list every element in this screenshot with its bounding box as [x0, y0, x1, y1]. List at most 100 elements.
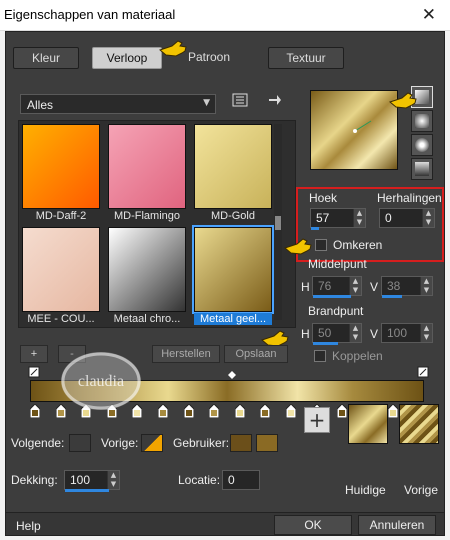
rectangular-icon: [415, 114, 429, 128]
prev-color-swatch[interactable]: [141, 434, 163, 452]
spinner-arrows-icon[interactable]: ▲ ▼: [107, 471, 119, 489]
center-v-label: V: [370, 280, 379, 294]
swatch-preview: [22, 124, 100, 209]
rectangular-gradient-button[interactable]: [411, 110, 433, 132]
user-color-swatch[interactable]: [256, 434, 278, 452]
opacity-value: 100: [70, 473, 91, 487]
footer-bar: Help OK Annuleren: [6, 512, 444, 535]
color-stop-marker[interactable]: [30, 404, 40, 418]
color-stop-marker[interactable]: [235, 404, 245, 418]
color-stop-marker[interactable]: [209, 404, 219, 418]
opacity-input[interactable]: 100 ▲ ▼: [64, 470, 120, 492]
list-view-icon[interactable]: [232, 92, 248, 111]
repeats-label: Herhalingen: [377, 191, 442, 205]
current-preview[interactable]: [348, 404, 388, 444]
spinner-arrows-icon[interactable]: ▲ ▼: [353, 209, 365, 227]
gradient-swatch[interactable]: MEE - COU...: [22, 227, 100, 328]
watermark-text: claudia: [78, 373, 124, 390]
user-color-swatch[interactable]: [230, 434, 252, 452]
link-label: Koppelen: [332, 349, 383, 363]
gradient-swatch[interactable]: MD-Gold: [194, 124, 272, 225]
center-h-slider[interactable]: [313, 295, 351, 298]
center-v-value: 38: [387, 279, 401, 293]
dialog-body: Kleur Verloop Patroon Textuur Alles ▼ MD…: [5, 31, 445, 536]
title-bar: Eigenschappen van materiaal ✕: [0, 0, 450, 31]
close-icon[interactable]: ✕: [422, 5, 436, 25]
color-stop-marker[interactable]: [337, 404, 347, 418]
category-value: Alles: [27, 98, 54, 112]
center-v-slider[interactable]: [382, 295, 402, 298]
center-h-value: 76: [318, 279, 332, 293]
swatch-label: MD-Daff-2: [35, 210, 87, 222]
color-stop-marker[interactable]: [158, 404, 168, 418]
scrollbar-thumb[interactable]: [275, 216, 281, 230]
gradient-swatch[interactable]: MD-Daff-2: [22, 124, 100, 225]
add-gradient-button[interactable]: +: [20, 345, 48, 363]
ok-button[interactable]: OK: [274, 515, 352, 535]
swatch-scrollbar[interactable]: [274, 124, 282, 320]
tab-patroon[interactable]: Patroon: [176, 47, 242, 69]
swatch-preview: [194, 124, 272, 209]
location-label: Locatie:: [178, 473, 221, 487]
angle-slider[interactable]: [311, 227, 319, 230]
radial-gradient-button[interactable]: [411, 158, 433, 180]
location-value: 0: [228, 473, 235, 487]
focal-h-label: H: [301, 327, 310, 341]
gradient-swatch-selected[interactable]: Metaal geel...: [192, 225, 274, 328]
color-stop-marker[interactable]: [260, 404, 270, 418]
save-button[interactable]: Opslaan: [224, 345, 288, 363]
focal-h-value: 50: [318, 326, 332, 340]
previous-preview[interactable]: [399, 404, 439, 444]
add-to-swatches-button[interactable]: +: [304, 407, 330, 433]
gradient-swatch-list: MD-Daff-2 MD-Flamingo MD-Gold MEE - COU.…: [18, 120, 296, 328]
arrow-right-icon[interactable]: [268, 93, 282, 110]
center-label: Middelpunt: [308, 257, 367, 271]
color-stop-marker[interactable]: [184, 404, 194, 418]
tab-textuur[interactable]: Textuur: [268, 47, 344, 69]
user-label: Gebruiker:: [173, 436, 230, 450]
spinner-arrows-icon[interactable]: ▲ ▼: [420, 277, 432, 295]
center-v-input[interactable]: 38 ▲ ▼: [381, 276, 433, 298]
tab-kleur[interactable]: Kleur: [13, 47, 79, 69]
opacity-stop-icon[interactable]: [28, 366, 40, 381]
color-stop-marker[interactable]: [388, 404, 398, 418]
sunburst-gradient-button[interactable]: [411, 134, 433, 156]
angle-label: Hoek: [309, 191, 338, 205]
location-input[interactable]: 0: [222, 470, 260, 490]
category-dropdown[interactable]: Alles ▼: [20, 94, 216, 114]
swatch-label: Metaal geel...: [194, 313, 272, 325]
center-h-input[interactable]: 76 ▲ ▼: [312, 276, 362, 298]
focal-h-slider[interactable]: [313, 342, 338, 345]
swatch-label: MEE - COU...: [27, 313, 95, 325]
opacity-stop-icon[interactable]: [417, 366, 429, 381]
pointer-hand-icon: [388, 90, 418, 112]
cancel-button[interactable]: Annuleren: [358, 515, 436, 535]
spinner-arrows-icon[interactable]: ▲ ▼: [349, 324, 361, 342]
restore-button[interactable]: Herstellen: [152, 345, 220, 363]
spinner-arrows-icon[interactable]: ▲ ▼: [349, 277, 361, 295]
gradient-preview[interactable]: [310, 90, 398, 170]
spinner-arrows-icon[interactable]: ▲ ▼: [422, 209, 434, 227]
help-link[interactable]: Help: [16, 519, 41, 533]
invert-label: Omkeren: [333, 238, 383, 252]
focal-label: Brandpunt: [308, 304, 364, 318]
spinner-arrows-icon[interactable]: ▲ ▼: [420, 324, 432, 342]
gradient-swatch[interactable]: Metaal chro...: [108, 227, 186, 328]
repeats-input[interactable]: 0 ▲ ▼: [379, 208, 435, 228]
focal-v-label: V: [370, 327, 379, 341]
next-color-swatch[interactable]: [69, 434, 91, 452]
center-h-label: H: [301, 280, 310, 294]
watermark-logo: claudia: [61, 352, 141, 410]
invert-checkbox[interactable]: [315, 239, 327, 251]
angle-input[interactable]: 57 ▲ ▼: [310, 208, 366, 230]
tab-verloop[interactable]: Verloop: [92, 47, 162, 69]
link-checkbox[interactable]: [314, 350, 326, 362]
focal-h-input[interactable]: 50 ▲ ▼: [312, 323, 362, 345]
prev-label: Vorige:: [101, 436, 139, 450]
window-title: Eigenschappen van materiaal: [4, 7, 176, 22]
gradient-swatch[interactable]: MD-Flamingo: [108, 124, 186, 225]
opacity-slider[interactable]: [65, 489, 109, 492]
color-stop-marker[interactable]: [286, 404, 296, 418]
focal-v-input[interactable]: 100 ▲ ▼: [381, 323, 433, 343]
radial-icon: [415, 162, 429, 176]
